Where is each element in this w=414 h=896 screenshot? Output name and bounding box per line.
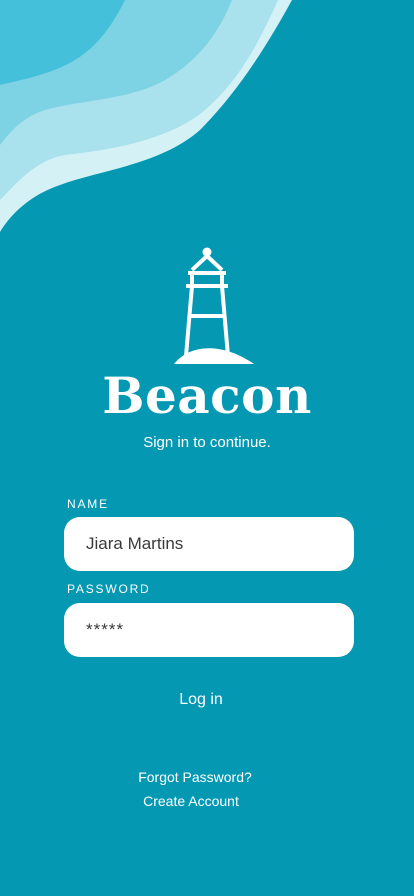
- login-button[interactable]: Log in: [150, 686, 252, 714]
- password-label: PASSWORD: [67, 582, 151, 596]
- app-subtitle: Sign in to continue.: [143, 434, 271, 451]
- login-screen: Beacon Sign in to continue. NAME PASSWOR…: [0, 0, 414, 896]
- lighthouse-icon: [174, 247, 254, 364]
- app-title: Beacon: [102, 366, 312, 425]
- wave-decoration: [0, 0, 292, 232]
- name-label: NAME: [67, 497, 109, 511]
- name-input[interactable]: [64, 517, 354, 571]
- create-account-link[interactable]: Create Account: [0, 791, 398, 811]
- password-input[interactable]: [64, 603, 354, 657]
- forgot-password-link[interactable]: Forgot Password?: [0, 767, 402, 787]
